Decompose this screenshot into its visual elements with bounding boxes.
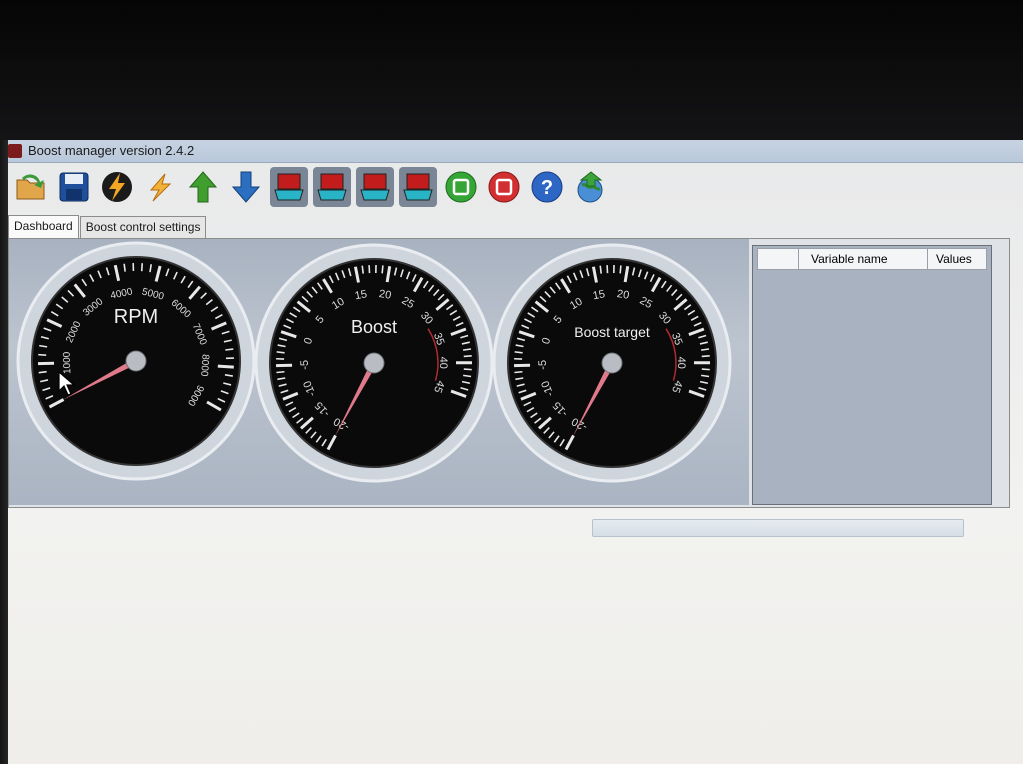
boost-tick-label: 15 <box>354 288 368 302</box>
rpm-gauge-hub <box>125 350 147 372</box>
toolbar: ? <box>8 164 1023 210</box>
update-globe-icon <box>577 171 603 203</box>
boost-tick <box>361 265 364 274</box>
dashboard-panel: 1000 2000 3000 4000 5000 6000 7000 8000 9000 RPM -… <box>8 238 1010 508</box>
boost-tick-label: 40 <box>437 357 449 369</box>
download-arrow-icon <box>231 171 261 203</box>
boost_target-tick <box>700 348 710 351</box>
boost-tick-label: -5 <box>299 360 311 370</box>
variables-table[interactable]: Variable name Values <box>752 245 992 505</box>
column-header-blank <box>758 249 799 269</box>
app-icon <box>8 144 22 158</box>
boost-tick <box>462 348 472 351</box>
disconnect-lightning-icon <box>149 173 172 202</box>
rpm-tick <box>140 263 144 272</box>
start-button[interactable] <box>442 167 480 207</box>
laptop-button-3[interactable] <box>356 167 394 207</box>
boost-tick <box>463 368 472 371</box>
boost-tick <box>463 355 472 358</box>
tab-strip: Dashboard Boost control settings <box>8 215 207 241</box>
progress-bar <box>592 519 964 537</box>
column-header-variable-name[interactable]: Variable name <box>799 249 928 269</box>
upload-arrow-icon <box>188 171 218 203</box>
variables-table-header: Variable name Values <box>757 248 987 270</box>
boost-tick <box>381 265 384 274</box>
rpm-tick <box>38 353 47 356</box>
window-title: Boost manager version 2.4.2 <box>28 143 195 158</box>
update-button[interactable] <box>571 167 609 207</box>
stop-button[interactable] <box>485 167 523 207</box>
help-icon: ? <box>531 171 563 203</box>
boost_target-tick <box>701 368 710 371</box>
help-button[interactable]: ? <box>528 167 566 207</box>
gauges-canvas: 1000200030004000 50006000700080009000RPM-… <box>16 241 732 483</box>
stop-icon <box>488 171 520 203</box>
monitor-bezel-top <box>0 0 1023 140</box>
boost-tick <box>276 370 285 374</box>
rpm-tick <box>217 364 234 369</box>
boost-tick <box>463 374 472 378</box>
boost_target-gauge-hub <box>601 352 623 374</box>
laptop-1-icon <box>274 173 304 201</box>
app-window: Boost manager version 2.4.2 ? Dashboard … <box>8 140 1023 764</box>
boost_target-tick-label: -5 <box>537 360 549 370</box>
connect-button[interactable] <box>98 167 136 207</box>
rpm-tick <box>123 263 126 272</box>
boost_target-tick-label: 40 <box>675 357 687 369</box>
open-button[interactable] <box>12 167 50 207</box>
start-icon <box>445 171 477 203</box>
disconnect-button[interactable] <box>141 167 179 207</box>
save-button[interactable] <box>55 167 93 207</box>
boost_target-tick <box>514 351 523 354</box>
rpm-tick <box>225 348 234 351</box>
upload-button[interactable] <box>184 167 222 207</box>
mouse-cursor-icon <box>58 371 76 396</box>
boost-gauge-hub <box>363 352 385 374</box>
open-folder-icon <box>16 174 45 200</box>
laptop-button-4[interactable] <box>399 167 437 207</box>
svg-text:?: ? <box>541 177 553 199</box>
boost_target-tick-label: 20 <box>616 288 630 302</box>
tab-boost-control-settings[interactable]: Boost control settings <box>79 216 207 238</box>
boost_target-tick <box>619 265 622 274</box>
boost_target-tick <box>599 265 602 274</box>
download-button[interactable] <box>227 167 265 207</box>
boost-tick-label: 20 <box>378 288 392 302</box>
title-bar[interactable]: Boost manager version 2.4.2 <box>8 140 1023 163</box>
boost_target-tick <box>514 370 523 374</box>
rpm-gauge-title: RPM <box>114 306 158 328</box>
laptop-button-2[interactable] <box>313 167 351 207</box>
laptop-3-icon <box>360 173 390 201</box>
laptop-button-1[interactable] <box>270 167 308 207</box>
laptop-4-icon <box>403 173 433 201</box>
boost_target-tick-label: 15 <box>592 288 606 302</box>
laptop-2-icon <box>317 173 347 201</box>
boost_target-gauge-title: Boost target <box>574 324 650 340</box>
column-header-values[interactable]: Values <box>928 249 986 269</box>
boost-gauge-title: Boost <box>351 317 397 337</box>
boost_target-tick <box>701 355 710 358</box>
save-disk-icon <box>59 172 89 202</box>
boost_target-tick <box>701 374 710 378</box>
rpm-tick <box>38 370 47 374</box>
boost-tick <box>276 351 285 354</box>
rpm-tick-label: 8000 <box>198 354 210 377</box>
gauge-area: 1000 2000 3000 4000 5000 6000 7000 8000 9000 RPM -… <box>9 239 749 505</box>
connect-lightning-icon <box>102 172 132 202</box>
